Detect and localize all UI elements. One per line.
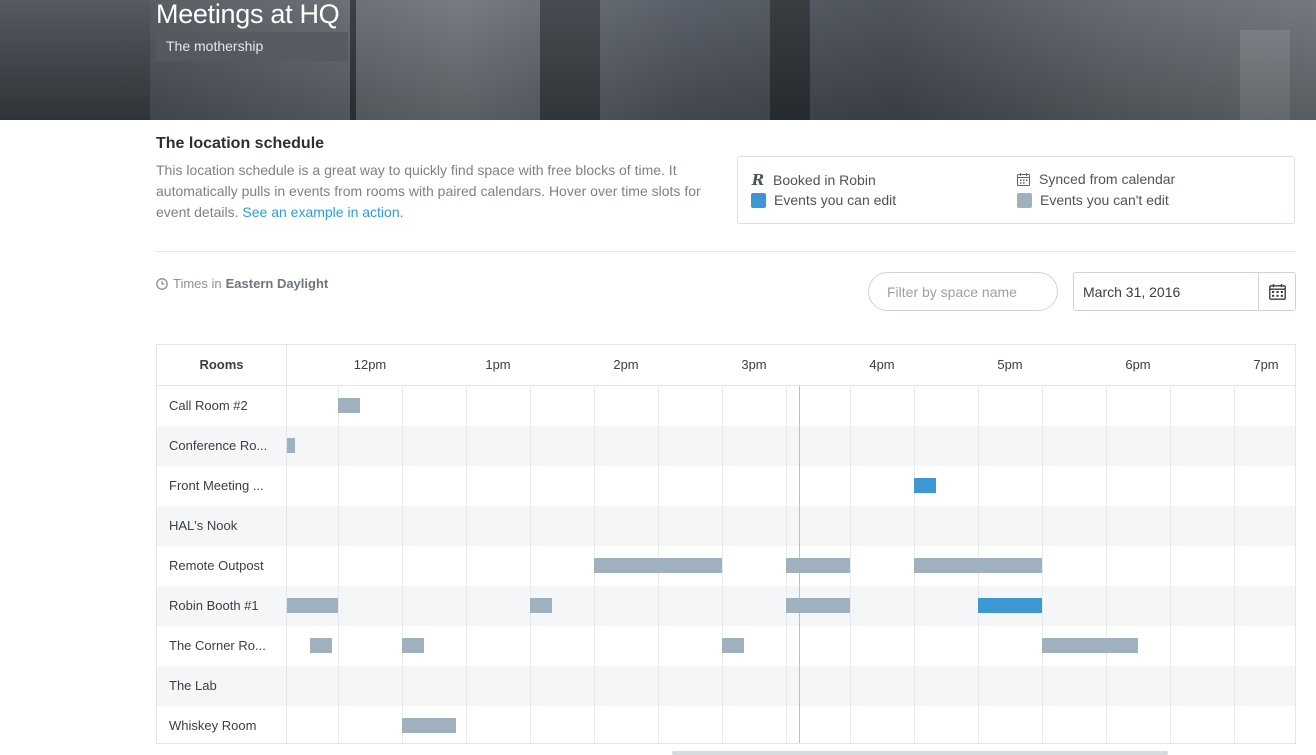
timezone-prefix: Times in <box>173 276 222 291</box>
synced-event[interactable] <box>1042 638 1138 653</box>
room-name[interactable]: Whiskey Room <box>157 706 286 746</box>
editable-event[interactable] <box>914 478 936 493</box>
schedule-grid: Rooms Call Room #2 Conference Ro... Front … <box>156 344 1296 744</box>
hour-label: 12pm <box>353 357 387 372</box>
room-name[interactable]: Front Meeting ... <box>157 466 286 506</box>
robin-r-icon: R <box>751 171 765 189</box>
schedule-row[interactable] <box>287 626 1295 666</box>
legend-noneditable-label: Events you can't edit <box>1040 192 1169 208</box>
room-name[interactable]: Remote Outpost <box>157 546 286 586</box>
hour-label: 5pm <box>997 357 1023 372</box>
horizontal-scrollbar[interactable] <box>672 751 1168 755</box>
intro-description: This location schedule is a great way to… <box>156 160 726 223</box>
page-subtitle: The mothership <box>156 32 348 61</box>
date-input[interactable] <box>1074 273 1258 310</box>
hour-label: 7pm <box>1253 357 1279 372</box>
calendar-icon <box>1268 283 1286 300</box>
room-name[interactable]: The Lab <box>157 666 286 706</box>
time-gridline <box>850 386 851 743</box>
time-gridline <box>466 386 467 743</box>
schedule-row[interactable] <box>287 426 1295 466</box>
legend-editable: Events you can edit <box>751 192 896 208</box>
timezone-info: Times in Eastern Daylight <box>156 276 328 291</box>
space-filter-input[interactable] <box>868 272 1058 311</box>
hour-label: 4pm <box>869 357 895 372</box>
legend-noneditable: Events you can't edit <box>1017 192 1169 208</box>
date-picker <box>1073 272 1296 311</box>
synced-event[interactable] <box>310 638 332 653</box>
room-name[interactable]: Call Room #2 <box>157 386 286 426</box>
calendar-button[interactable] <box>1258 273 1295 310</box>
legend: R Booked in Robin Synced from calendar E… <box>737 156 1295 224</box>
page-title: Meetings at HQ <box>156 0 340 29</box>
synced-event[interactable] <box>287 438 295 453</box>
schedule-row[interactable] <box>287 666 1295 706</box>
time-gridline <box>1042 386 1043 743</box>
synced-event[interactable] <box>402 718 456 733</box>
timezone-name: Eastern Daylight <box>225 276 329 291</box>
calendar-icon <box>1017 172 1031 186</box>
room-name[interactable]: Robin Booth #1 <box>157 586 286 626</box>
time-header: 12pm 1pm 2pm 3pm 4pm 5pm 6pm 7pm <box>287 345 1295 386</box>
time-gridline <box>1170 386 1171 743</box>
hour-label: 1pm <box>485 357 511 372</box>
synced-event[interactable] <box>594 558 722 573</box>
synced-event[interactable] <box>287 598 338 613</box>
legend-booked: R Booked in Robin <box>751 171 876 189</box>
hero-banner: Meetings at HQ The mothership <box>0 0 1316 120</box>
room-name[interactable]: HAL's Nook <box>157 506 286 546</box>
synced-event[interactable] <box>338 398 360 413</box>
intro-text: This location schedule is a great way to… <box>156 162 701 220</box>
section-divider <box>156 251 1296 252</box>
editable-swatch <box>751 192 766 208</box>
schedule-row[interactable] <box>287 466 1295 506</box>
time-gridline <box>1106 386 1107 743</box>
synced-event[interactable] <box>914 558 1042 573</box>
time-gridline <box>722 386 723 743</box>
synced-event[interactable] <box>786 598 850 613</box>
synced-event[interactable] <box>402 638 424 653</box>
noneditable-swatch <box>1017 192 1032 208</box>
synced-event[interactable] <box>530 598 552 613</box>
schedule-row[interactable] <box>287 506 1295 546</box>
schedule-row[interactable] <box>287 386 1295 426</box>
hour-label: 6pm <box>1125 357 1151 372</box>
time-gridline <box>530 386 531 743</box>
legend-booked-label: Booked in Robin <box>773 172 876 188</box>
rooms-column: Rooms Call Room #2 Conference Ro... Front … <box>156 344 286 744</box>
legend-synced: Synced from calendar <box>1017 171 1175 187</box>
rooms-header: Rooms <box>157 345 286 386</box>
hour-label: 3pm <box>741 357 767 372</box>
time-gridline <box>1234 386 1235 743</box>
timeline: 12pm 1pm 2pm 3pm 4pm 5pm 6pm 7pm <box>286 344 1296 744</box>
synced-event[interactable] <box>786 558 850 573</box>
synced-event[interactable] <box>722 638 744 653</box>
hour-label: 2pm <box>613 357 639 372</box>
legend-synced-label: Synced from calendar <box>1039 171 1176 187</box>
clock-icon <box>156 277 168 290</box>
section-title: The location schedule <box>156 135 325 152</box>
editable-event[interactable] <box>978 598 1042 613</box>
legend-editable-label: Events you can edit <box>774 192 897 208</box>
room-name[interactable]: Conference Ro... <box>157 426 286 466</box>
example-link[interactable]: See an example in action. <box>242 204 403 220</box>
time-gridline <box>402 386 403 743</box>
room-name[interactable]: The Corner Ro... <box>157 626 286 666</box>
time-gridline <box>338 386 339 743</box>
